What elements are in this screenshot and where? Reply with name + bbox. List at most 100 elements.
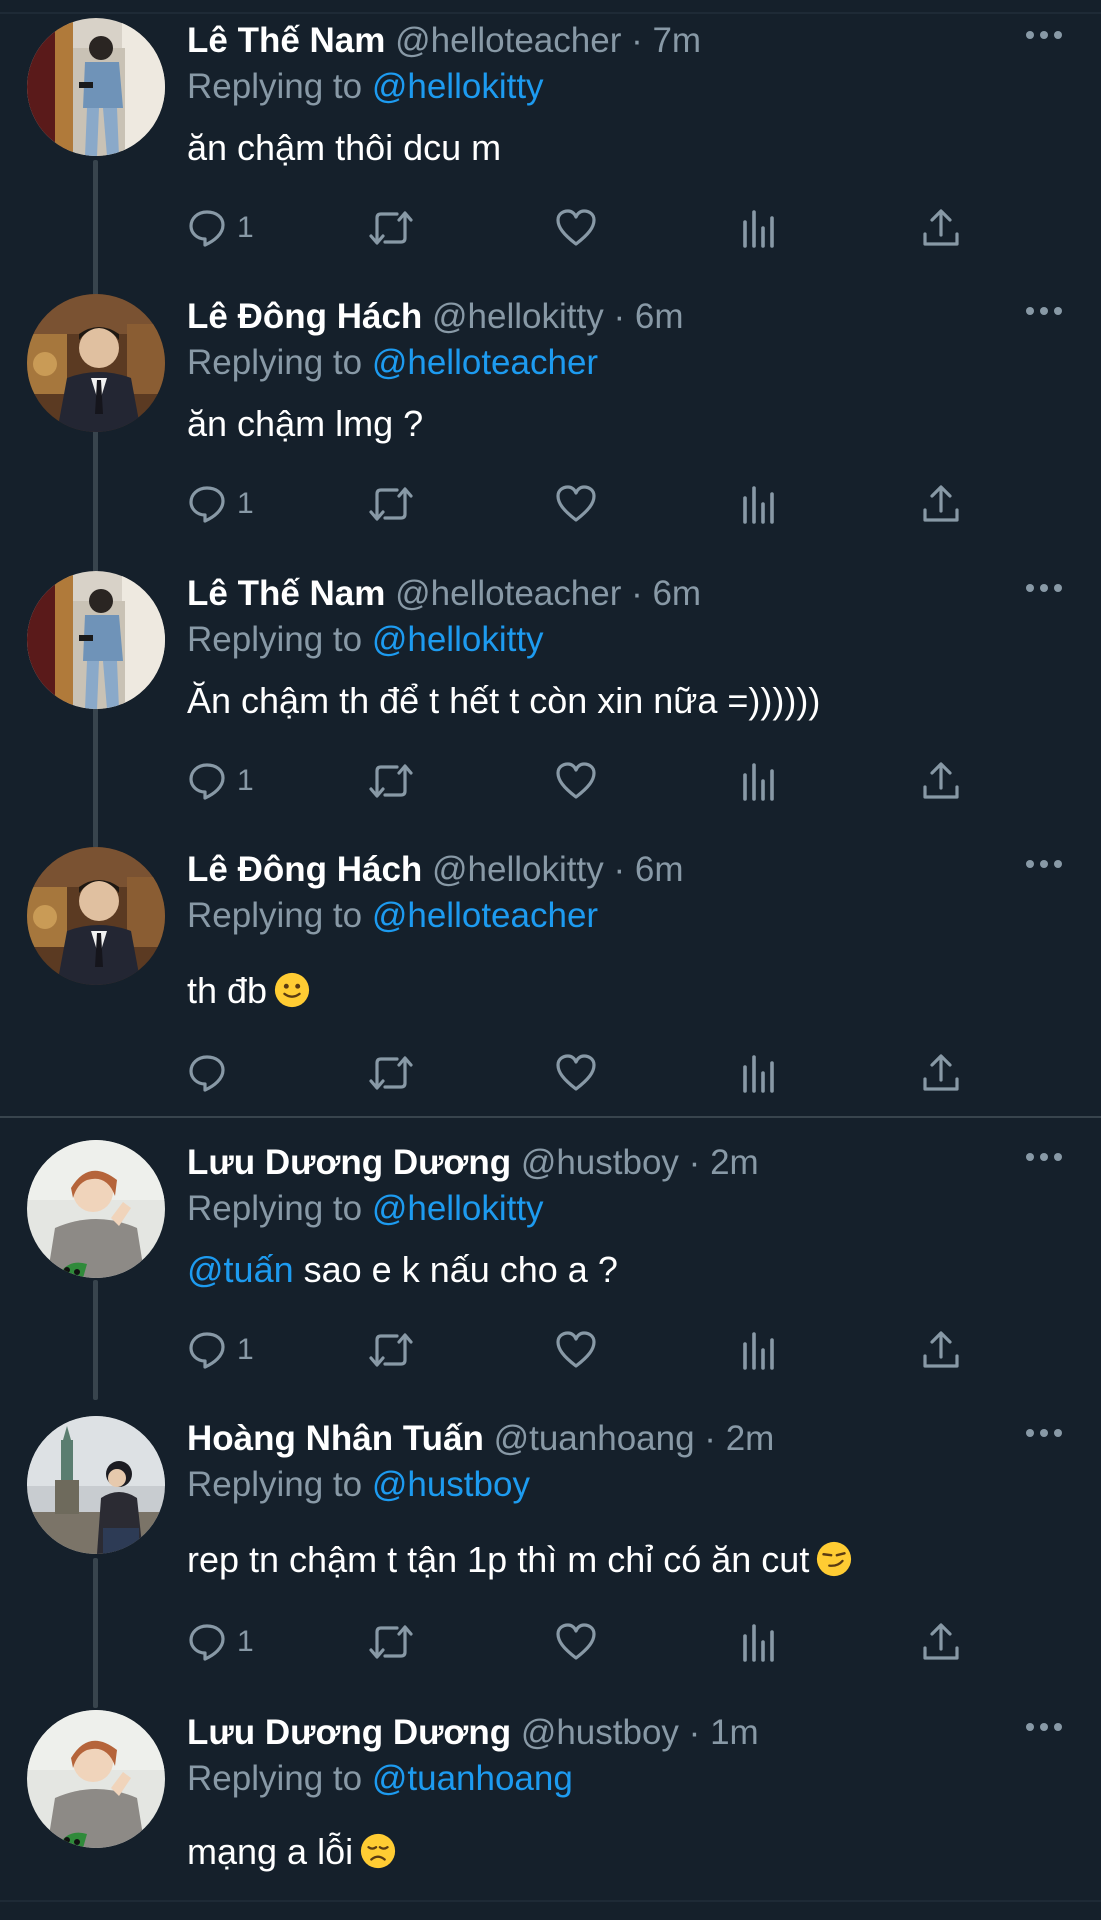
reply-count: 1	[237, 487, 254, 520]
analytics-icon	[743, 1332, 774, 1370]
user-handle[interactable]: @helloteacher	[395, 574, 621, 613]
retweet-icon	[369, 764, 413, 798]
more-options-icon[interactable]	[1024, 580, 1064, 596]
tweet[interactable]: Lưu Dương Dương @hustboy · 2m Replying t…	[0, 1122, 1101, 1408]
share-icon	[923, 762, 959, 799]
replying-to-mention[interactable]: @hellokitty	[372, 620, 544, 659]
analytics-button[interactable]	[741, 204, 777, 252]
like-button[interactable]	[555, 480, 597, 528]
display-name[interactable]: Hoàng Nhân Tuấn	[187, 1419, 484, 1458]
inline-mention[interactable]: @tuấn	[187, 1249, 294, 1290]
user-handle[interactable]: @hustboy	[521, 1713, 679, 1752]
replying-to-label: Replying to	[187, 343, 363, 382]
display-name[interactable]: Lưu Dương Dương	[187, 1713, 511, 1752]
display-name[interactable]: Lê Đông Hách	[187, 297, 422, 336]
timestamp[interactable]: 2m	[710, 1143, 759, 1182]
user-handle[interactable]: @hustboy	[521, 1143, 679, 1182]
reply-button[interactable]: 1	[187, 1618, 254, 1666]
like-button[interactable]	[555, 1049, 597, 1097]
heart-icon	[556, 1623, 596, 1660]
display-name[interactable]: Lê Thế Nam	[187, 21, 385, 60]
tweet-header: Lê Đông Hách @hellokitty · 6m	[187, 849, 683, 891]
more-options-icon[interactable]	[1024, 1149, 1064, 1165]
user-avatar[interactable]	[27, 847, 165, 985]
retweet-button[interactable]	[367, 1618, 415, 1666]
tweet-text: Ăn chậm th để t hết t còn xin nữa =)))))…	[187, 679, 820, 723]
user-avatar[interactable]	[27, 571, 165, 709]
tweet[interactable]: Lê Thế Nam @helloteacher · 7m Replying t…	[0, 0, 1101, 276]
retweet-icon	[369, 1625, 413, 1659]
separator-dot: ·	[688, 1143, 701, 1182]
retweet-button[interactable]	[367, 480, 415, 528]
like-button[interactable]	[555, 204, 597, 252]
user-handle[interactable]: @hellokitty	[432, 850, 604, 889]
replying-to-label: Replying to	[187, 1465, 363, 1504]
timestamp[interactable]: 2m	[726, 1419, 775, 1458]
more-options-icon[interactable]	[1024, 856, 1064, 872]
timestamp[interactable]: 6m	[652, 574, 701, 613]
reply-button[interactable]: 1	[187, 757, 254, 805]
retweet-button[interactable]	[367, 1049, 415, 1097]
user-avatar[interactable]	[27, 294, 165, 432]
tweet-text-content: ăn chậm lmg ?	[187, 403, 424, 444]
share-button[interactable]	[921, 204, 961, 252]
replying-to-mention[interactable]: @hellokitty	[372, 1189, 544, 1228]
user-avatar[interactable]	[27, 1710, 165, 1848]
share-button[interactable]	[921, 1049, 961, 1097]
tweet[interactable]: Lê Đông Hách @hellokitty · 6m Replying t…	[0, 829, 1101, 1116]
reply-count: 1	[237, 1333, 254, 1366]
replying-to-mention[interactable]: @helloteacher	[372, 343, 598, 382]
reply-button[interactable]: 1	[187, 480, 254, 528]
analytics-button[interactable]	[741, 1618, 777, 1666]
reply-button[interactable]: 1	[187, 1326, 254, 1374]
display-name[interactable]: Lê Thế Nam	[187, 574, 385, 613]
share-button[interactable]	[921, 480, 961, 528]
display-name[interactable]: Lưu Dương Dương	[187, 1143, 511, 1182]
separator-dot: ·	[613, 297, 626, 336]
user-avatar[interactable]	[27, 1140, 165, 1278]
user-handle[interactable]: @tuanhoang	[494, 1419, 695, 1458]
bottom-divider	[0, 1900, 1101, 1902]
replying-to-mention[interactable]: @hellokitty	[372, 67, 544, 106]
retweet-icon	[369, 1333, 413, 1367]
replying-to-label: Replying to	[187, 1759, 363, 1798]
timestamp[interactable]: 1m	[710, 1713, 759, 1752]
user-avatar[interactable]	[27, 1416, 165, 1554]
replying-to-mention[interactable]: @hustboy	[372, 1465, 530, 1504]
timestamp[interactable]: 7m	[652, 21, 701, 60]
retweet-button[interactable]	[367, 757, 415, 805]
tweet[interactable]: Hoàng Nhân Tuấn @tuanhoang · 2m Replying…	[0, 1398, 1101, 1690]
display-name[interactable]: Lê Đông Hách	[187, 850, 422, 889]
reply-button[interactable]	[187, 1049, 237, 1097]
more-options-icon[interactable]	[1024, 27, 1064, 43]
user-handle[interactable]: @helloteacher	[395, 21, 621, 60]
more-options-icon[interactable]	[1024, 1719, 1064, 1735]
reply-icon	[189, 210, 225, 247]
user-avatar[interactable]	[27, 18, 165, 156]
like-button[interactable]	[555, 1618, 597, 1666]
reply-count: 1	[237, 211, 254, 244]
retweet-button[interactable]	[367, 204, 415, 252]
more-options-icon[interactable]	[1024, 1425, 1064, 1441]
tweet[interactable]: Lưu Dương Dương @hustboy · 1m Replying t…	[0, 1692, 1101, 1920]
share-button[interactable]	[921, 757, 961, 805]
analytics-button[interactable]	[741, 1049, 777, 1097]
replying-to-mention[interactable]: @tuanhoang	[372, 1759, 573, 1798]
analytics-button[interactable]	[741, 1326, 777, 1374]
more-options-icon[interactable]	[1024, 303, 1064, 319]
timestamp[interactable]: 6m	[635, 850, 684, 889]
like-button[interactable]	[555, 1326, 597, 1374]
reply-icon	[189, 1055, 225, 1092]
share-button[interactable]	[921, 1326, 961, 1374]
timestamp[interactable]: 6m	[635, 297, 684, 336]
analytics-button[interactable]	[741, 480, 777, 528]
replying-to-mention[interactable]: @helloteacher	[372, 896, 598, 935]
retweet-button[interactable]	[367, 1326, 415, 1374]
like-button[interactable]	[555, 757, 597, 805]
tweet[interactable]: Lê Đông Hách @hellokitty · 6m Replying t…	[0, 276, 1101, 553]
analytics-button[interactable]	[741, 757, 777, 805]
user-handle[interactable]: @hellokitty	[432, 297, 604, 336]
share-button[interactable]	[921, 1618, 961, 1666]
reply-button[interactable]: 1	[187, 204, 254, 252]
tweet[interactable]: Lê Thế Nam @helloteacher · 6m Replying t…	[0, 553, 1101, 829]
